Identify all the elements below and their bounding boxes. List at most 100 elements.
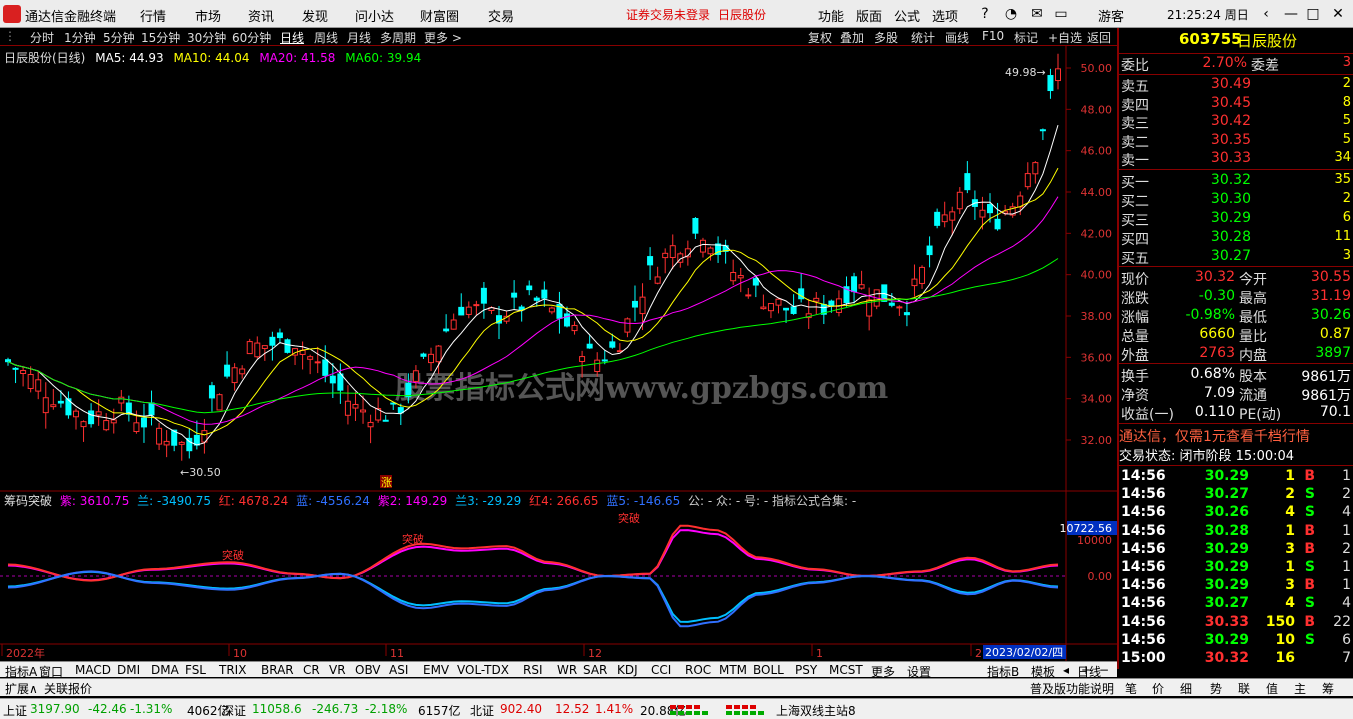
stat2-row[interactable]: 净资 7.09 流通 9861万 [1119,385,1353,404]
indicator-tab[interactable]: TRIX [219,663,246,677]
btn-fanhui[interactable]: 返回 [1087,29,1111,46]
indicator-tab[interactable]: FSL [185,663,206,677]
panel-switch-button[interactable]: 势 [1210,680,1222,697]
period-multi[interactable]: 多周期 [380,29,416,46]
indicator-tab[interactable]: BRAR [261,663,294,677]
menu-zixun[interactable]: 资讯 [248,6,274,25]
period-daily[interactable]: 日线 [280,29,304,46]
btn-diejia[interactable]: 叠加 [840,29,864,46]
period-weekly[interactable]: 周线 [314,29,338,46]
stat2-row[interactable]: 收益(一) 0.110 PE(动) 70.1 [1119,404,1353,423]
indicator-tab[interactable]: MTM [719,663,747,677]
btn-duogu[interactable]: 多股 [874,29,898,46]
related-quote-button[interactable]: 关联报价 [44,680,92,697]
indicator-tab[interactable]: VOL-TDX [457,663,509,677]
stat-row[interactable]: 现价 30.32 今开 30.55 [1119,269,1353,288]
menu-banmian[interactable]: 版面 [856,6,882,25]
promo-text[interactable]: 通达信，仅需1元查看千档行情 [1119,426,1353,445]
panel-switch-button[interactable]: 主 [1294,680,1306,697]
maximize-icon[interactable]: □ [1302,4,1324,24]
panel-switch-button[interactable]: 细 [1180,680,1192,697]
tick-row[interactable]: 14:56 30.27 4 S 4 [1119,595,1353,613]
indicator-tab[interactable]: KDJ [617,663,638,677]
tick-row[interactable]: 14:56 30.29 1 B 1 [1119,468,1353,486]
indicator-tab[interactable]: DMA [151,663,179,677]
minimize-icon[interactable]: — [1280,4,1302,24]
panel-switch-button[interactable]: 价 [1152,680,1164,697]
menu-xuanxiang[interactable]: 选项 [932,6,958,25]
indicator-tab[interactable]: OBV [355,663,381,677]
close-icon[interactable]: ✕ [1327,4,1349,24]
indicator-tab[interactable]: PSY [795,663,817,677]
menu-gongshi[interactable]: 公式 [894,6,920,25]
indicator-tab[interactable]: ASI [389,663,408,677]
indicator-tab[interactable]: BOLL [753,663,784,677]
stat-row[interactable]: 涨跌 -0.30 最高 31.19 [1119,288,1353,307]
buy-row[interactable]: 买五 30.27 3 [1119,248,1353,267]
btn-tongji[interactable]: 统计 [911,29,935,46]
back-icon[interactable]: ‹ [1255,4,1277,24]
menu-hangqing[interactable]: 行情 [140,6,166,25]
tick-row[interactable]: 14:56 30.29 10 S 6 [1119,632,1353,650]
zoom-out-icon[interactable]: − [1099,663,1109,677]
btn-biaoji[interactable]: 标记 [1014,29,1038,46]
indicator-tab[interactable]: MACD [75,663,111,677]
window-icon[interactable]: ▭ [1050,4,1072,24]
period-more[interactable]: 更多 > [424,29,462,46]
tick-row[interactable]: 14:56 30.28 1 B 1 [1119,523,1353,541]
stat-row[interactable]: 总量 6660 量比 0.87 [1119,326,1353,345]
buy-row[interactable]: 买三 30.29 6 [1119,210,1353,229]
panel-switch-button[interactable]: 笔 [1125,680,1137,697]
zoom-in-icon[interactable]: + [1081,663,1091,677]
stat-row[interactable]: 外盘 2763 内盘 3897 [1119,345,1353,364]
menu-gongneng[interactable]: 功能 [818,6,844,25]
indicator-tab[interactable]: CCI [651,663,671,677]
panel-switch-button[interactable]: 联 [1238,680,1250,697]
indicator-tab[interactable]: ROC [685,663,711,677]
sell-row[interactable]: 卖三 30.42 5 [1119,113,1353,132]
panel-switch-button[interactable]: 普及版功能说明 [1030,680,1114,697]
tick-row[interactable]: 14:56 30.29 3 B 1 [1119,577,1353,595]
indicator-tab[interactable]: EMV [423,663,449,677]
indicator-tab[interactable]: CR [303,663,320,677]
menu-jiaoyi[interactable]: 交易 [488,6,514,25]
menu-wenxiaoda[interactable]: 问小达 [355,6,394,25]
btn-zixuan[interactable]: +自选 [1048,29,1082,46]
stat-row[interactable]: 涨幅 -0.98% 最低 30.26 [1119,307,1353,326]
buy-row[interactable]: 买一 30.32 35 [1119,172,1353,191]
help-icon[interactable]: ? [974,4,996,24]
btn-huaxian[interactable]: 画线 [945,29,969,46]
expand-button[interactable]: 扩展∧ [5,680,38,697]
indicator-tab[interactable]: MCST [829,663,863,677]
tick-row[interactable]: 14:56 30.29 3 B 2 [1119,541,1353,559]
indicator-tab[interactable]: RSI [523,663,543,677]
period-30min[interactable]: 30分钟 [187,29,226,46]
server-name[interactable]: 上海双线主站8 [776,702,856,719]
stat2-row[interactable]: 换手 0.68% 股本 9861万 [1119,366,1353,385]
period-monthly[interactable]: 月线 [347,29,371,46]
buy-row[interactable]: 买四 30.28 11 [1119,229,1353,248]
menu-shichang[interactable]: 市场 [195,6,221,25]
indicator-tab[interactable]: VR [329,663,346,677]
period-5min[interactable]: 5分钟 [103,29,135,46]
menu-caifuquan[interactable]: 财富圈 [420,6,459,25]
period-fenshi[interactable]: 分时 [30,29,54,46]
sell-row[interactable]: 卖二 30.35 5 [1119,132,1353,151]
sell-row[interactable]: 卖五 30.49 2 [1119,76,1353,95]
user-label[interactable]: 游客 [1098,6,1124,25]
tick-row[interactable]: 14:56 30.29 1 S 1 [1119,559,1353,577]
buy-row[interactable]: 买二 30.30 2 [1119,191,1353,210]
indicator-tab[interactable]: WR [557,663,577,677]
kline-chart[interactable]: 股票指标公式网www.gpzbgs.com 50.0048.0046.0044.… [0,46,1117,661]
tick-row[interactable]: 14:56 30.33 150 B 22 [1119,614,1353,632]
menu-faxian[interactable]: 发现 [302,6,328,25]
tick-row[interactable]: 15:00 30.32 16 7 [1119,650,1353,668]
scroll-left-icon[interactable]: ◂ [1063,663,1069,677]
panel-switch-button[interactable]: 值 [1266,680,1278,697]
btn-fuquan[interactable]: 复权 [808,29,832,46]
tick-row[interactable]: 14:56 30.26 4 S 4 [1119,504,1353,522]
indicator-tab[interactable]: SAR [583,663,607,677]
mail-icon[interactable]: ✉ [1026,4,1048,24]
sell-row[interactable]: 卖一 30.33 34 [1119,150,1353,169]
period-60min[interactable]: 60分钟 [232,29,271,46]
